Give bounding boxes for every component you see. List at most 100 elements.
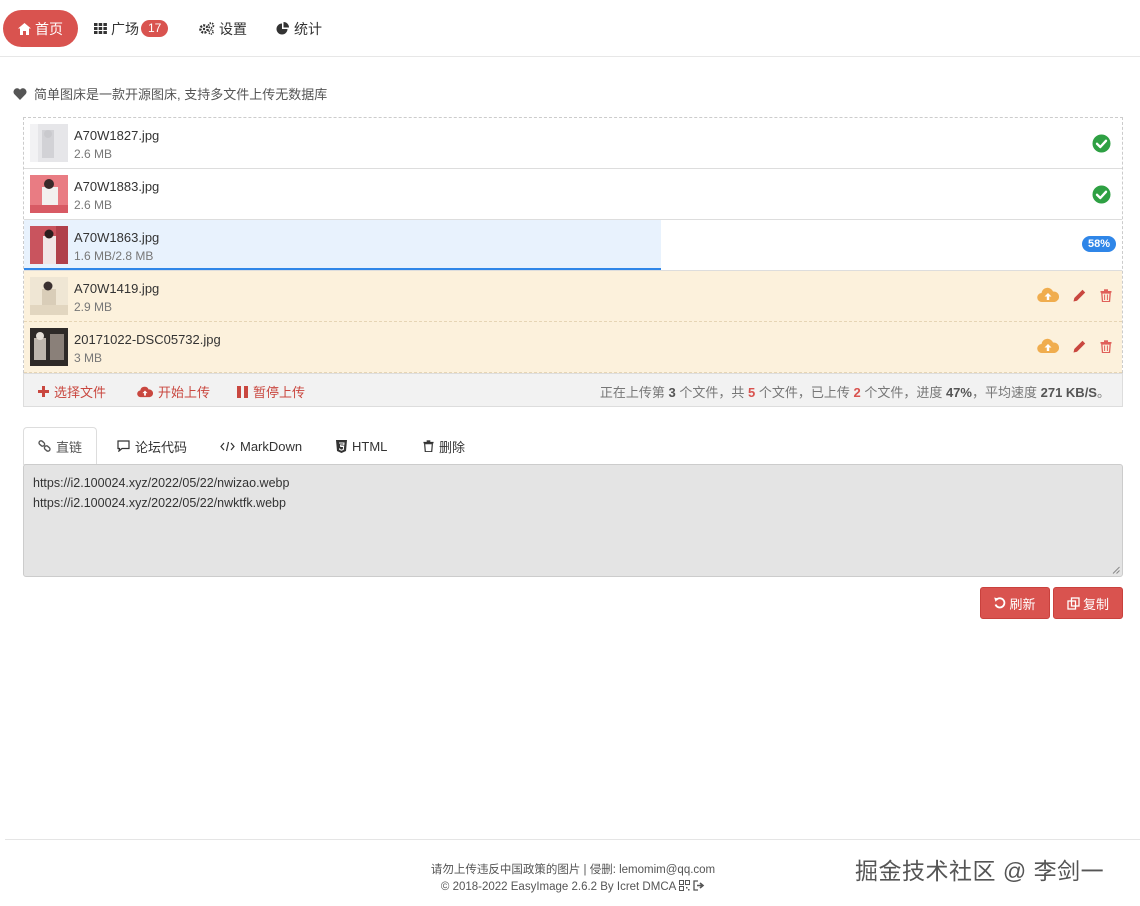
file-row: 20171022-DSC05732.jpg 3 MB	[24, 322, 1122, 373]
file-row-actions	[1037, 338, 1112, 354]
refresh-label: 刷新	[1009, 596, 1036, 612]
start-upload-label: 开始上传	[158, 385, 211, 400]
cloud-upload-icon[interactable]	[1037, 287, 1059, 303]
tab-forum-code[interactable]: 论坛代码	[103, 427, 201, 465]
file-size: 3 MB	[74, 351, 103, 365]
pause-icon	[237, 385, 248, 398]
footer-notice-text: 请勿上传违反中国政策的图片 | 侵删: lemomim@qq.com	[430, 864, 716, 876]
tab-forum-code-label: 论坛代码	[135, 439, 188, 455]
file-thumbnail	[30, 226, 68, 264]
file-size: 2.6 MB	[74, 147, 113, 161]
file-size: 1.6 MB/2.8 MB	[74, 249, 154, 263]
tab-delete-label: 删除	[439, 439, 466, 455]
status-uploaded-count: 2	[853, 385, 861, 400]
sign-out-icon[interactable]	[693, 880, 705, 891]
nav-settings[interactable]: 设置	[199, 10, 247, 47]
tab-html[interactable]: HTML	[322, 427, 401, 465]
link-icon	[38, 440, 51, 452]
status-text-part: 个文件，已上传	[755, 385, 854, 400]
pause-upload-button[interactable]: 暂停上传	[237, 382, 305, 401]
qrcode-icon[interactable]	[678, 880, 690, 891]
file-row: A70W1883.jpg 2.6 MB	[24, 169, 1122, 220]
tab-html-label: HTML	[352, 438, 388, 454]
check-circle-icon	[1092, 185, 1111, 204]
file-thumbnail	[30, 277, 68, 315]
pause-upload-label: 暂停上传	[253, 385, 306, 400]
status-text-part: 个文件，进度	[860, 385, 946, 400]
resize-handle-icon[interactable]	[1112, 566, 1120, 574]
file-name: A70W1863.jpg	[74, 230, 160, 245]
trash-icon	[423, 440, 434, 452]
footer-divider	[5, 839, 1140, 840]
gears-icon	[199, 22, 215, 35]
copy-button[interactable]: 复制	[1053, 587, 1123, 619]
status-speed: 271 KB/S	[1040, 385, 1097, 400]
tab-markdown-label: MarkDown	[240, 438, 303, 454]
file-thumbnail	[30, 175, 68, 213]
copy-icon	[1067, 596, 1080, 610]
nav-stats[interactable]: 统计	[276, 10, 322, 47]
notice-text: 简单图床是一款开源图床, 支持多文件上传无数据库	[34, 87, 328, 102]
upload-toolbar: 选择文件 开始上传 暂停上传 正在上传第 3 个文件，共 5 个文件，已上传 2…	[23, 373, 1123, 407]
nav-settings-label: 设置	[219, 20, 247, 37]
check-circle-icon	[1092, 134, 1111, 153]
cloud-upload-icon	[137, 386, 153, 397]
file-size: 2.9 MB	[74, 300, 113, 314]
tab-delete[interactable]: 删除	[409, 427, 479, 465]
edit-pencil-icon[interactable]	[1073, 340, 1086, 353]
edit-pencil-icon[interactable]	[1073, 289, 1086, 302]
pie-chart-icon	[276, 22, 289, 35]
nav-square-label: 广场	[111, 20, 139, 37]
status-text-part: 。	[1096, 385, 1110, 400]
file-name: A70W1419.jpg	[74, 281, 160, 296]
upload-file-list: A70W1827.jpg 2.6 MB A70W1883.jpg 2.6 MB …	[23, 117, 1123, 373]
trash-icon[interactable]	[1100, 339, 1112, 353]
tab-direct-link-label: 直链	[56, 439, 83, 455]
select-files-label: 选择文件	[54, 385, 107, 400]
tab-markdown[interactable]: MarkDown	[206, 427, 316, 465]
heart-icon	[13, 87, 27, 100]
tab-direct-link[interactable]: 直链	[23, 427, 98, 465]
footer-copyright-text: © 2018-2022 EasyImage 2.6.2 By Icret DMC…	[440, 881, 676, 893]
file-name: 20171022-DSC05732.jpg	[74, 332, 221, 347]
file-name: A70W1827.jpg	[74, 128, 160, 143]
file-row-actions	[1037, 287, 1112, 303]
select-files-button[interactable]: 选择文件	[38, 382, 106, 401]
html5-icon	[336, 439, 347, 453]
progress-percent-badge: 58%	[1081, 236, 1116, 252]
comment-icon	[117, 440, 130, 452]
square-count-badge: 17	[141, 20, 169, 37]
home-icon	[18, 22, 31, 35]
status-text-part: ，平均速度	[971, 385, 1041, 400]
file-row: A70W1863.jpg 1.6 MB/2.8 MB 58%	[24, 220, 1122, 271]
top-nav: 首页 广场 17 设置 统计	[0, 0, 1140, 57]
start-upload-button[interactable]: 开始上传	[137, 382, 210, 401]
trash-icon[interactable]	[1100, 288, 1112, 302]
file-thumbnail	[30, 328, 68, 366]
nav-square[interactable]: 广场 17	[94, 10, 169, 47]
code-icon	[220, 441, 235, 451]
status-current-file: 3	[668, 385, 676, 400]
status-text-part: 个文件，共	[675, 385, 749, 400]
nav-home[interactable]: 首页	[3, 10, 78, 47]
nav-stats-label: 统计	[294, 20, 322, 37]
links-textarea[interactable]: https://i2.100024.xyz/2022/05/22/nwizao.…	[23, 464, 1123, 577]
link-line: https://i2.100024.xyz/2022/05/22/nwktfk.…	[33, 496, 286, 510]
file-thumbnail	[30, 124, 68, 162]
link-format-tabs: 直链 论坛代码 MarkDown HTML 删除	[23, 427, 1123, 465]
grid-icon	[94, 23, 107, 34]
link-line: https://i2.100024.xyz/2022/05/22/nwizao.…	[33, 476, 290, 490]
file-name: A70W1883.jpg	[74, 179, 160, 194]
plus-icon	[38, 386, 49, 397]
status-progress: 47%	[945, 385, 972, 400]
refresh-icon	[994, 597, 1006, 609]
site-notice: 简单图床是一款开源图床, 支持多文件上传无数据库	[13, 84, 327, 103]
copy-label: 复制	[1082, 596, 1109, 612]
watermark-text: 掘金技术社区 @ 李剑一	[855, 858, 1105, 884]
nav-home-label: 首页	[35, 20, 63, 37]
file-row: A70W1419.jpg 2.9 MB	[24, 271, 1122, 322]
file-size: 2.6 MB	[74, 198, 113, 212]
cloud-upload-icon[interactable]	[1037, 338, 1059, 354]
refresh-button[interactable]: 刷新	[980, 587, 1050, 619]
status-text-part: 正在上传第	[599, 385, 669, 400]
